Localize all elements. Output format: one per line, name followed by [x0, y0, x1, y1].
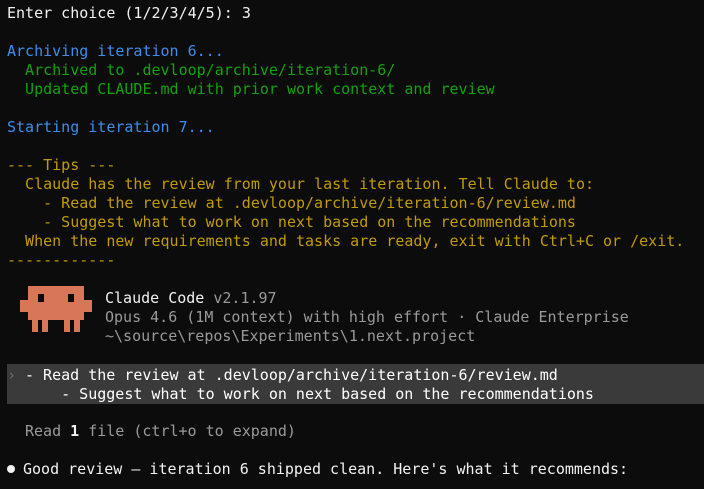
choice-prompt: Enter choice (1/2/3/4/5): 3 — [7, 4, 251, 23]
tool-result-read[interactable]: Read 1 file (ctrl+o to expand) — [25, 422, 296, 441]
starting-iteration-line: Starting iteration 7... — [7, 118, 215, 136]
choice-input-value[interactable]: 3 — [242, 4, 251, 22]
banner-model-line: Opus 4.6 (1M context) with high effort ·… — [105, 308, 629, 326]
prompt-input-area[interactable]: › - Read the review at .devloop/archive/… — [7, 364, 704, 404]
archive-updated-line: Updated CLAUDE.md with prior work contex… — [7, 80, 495, 98]
tips-footer: ------------ — [7, 251, 116, 269]
archive-heading: Archiving iteration 6... — [7, 42, 224, 60]
tips-header: --- Tips --- — [7, 156, 116, 174]
archive-archived-line: Archived to .devloop/archive/iteration-6… — [7, 61, 396, 79]
assistant-reply-text: Good review — iteration 6 shipped clean.… — [23, 460, 629, 478]
reply-bullet-icon — [7, 465, 15, 473]
prompt-caret-icon: › — [7, 366, 17, 384]
banner-working-directory: ~\source\repos\Experiments\1.next.projec… — [105, 327, 476, 345]
tool-result-prefix: Read — [25, 422, 71, 440]
banner-title: Claude Code v2.1.97 — [105, 289, 277, 308]
app-version: v2.1.97 — [213, 289, 277, 307]
tips-outro: When the new requirements and tasks are … — [7, 232, 685, 250]
prompt-line-suggest: - Suggest what to work on next based on … — [25, 385, 594, 403]
tips-step-suggest: - Suggest what to work on next based on … — [7, 213, 576, 231]
tool-result-suffix: file (ctrl+o to expand) — [79, 422, 296, 440]
tips-intro: Claude has the review from your last ite… — [7, 175, 594, 193]
tool-result-count: 1 — [70, 422, 80, 440]
tips-step-read: - Read the review at .devloop/archive/it… — [7, 194, 576, 212]
assistant-reply: Good review — iteration 6 shipped clean.… — [7, 460, 628, 479]
app-name: Claude Code — [105, 289, 205, 307]
prompt-line-read: - Read the review at .devloop/archive/it… — [25, 366, 558, 384]
choice-prompt-label: Enter choice (1/2/3/4/5): — [7, 4, 242, 22]
claude-mascot-icon — [20, 286, 92, 332]
